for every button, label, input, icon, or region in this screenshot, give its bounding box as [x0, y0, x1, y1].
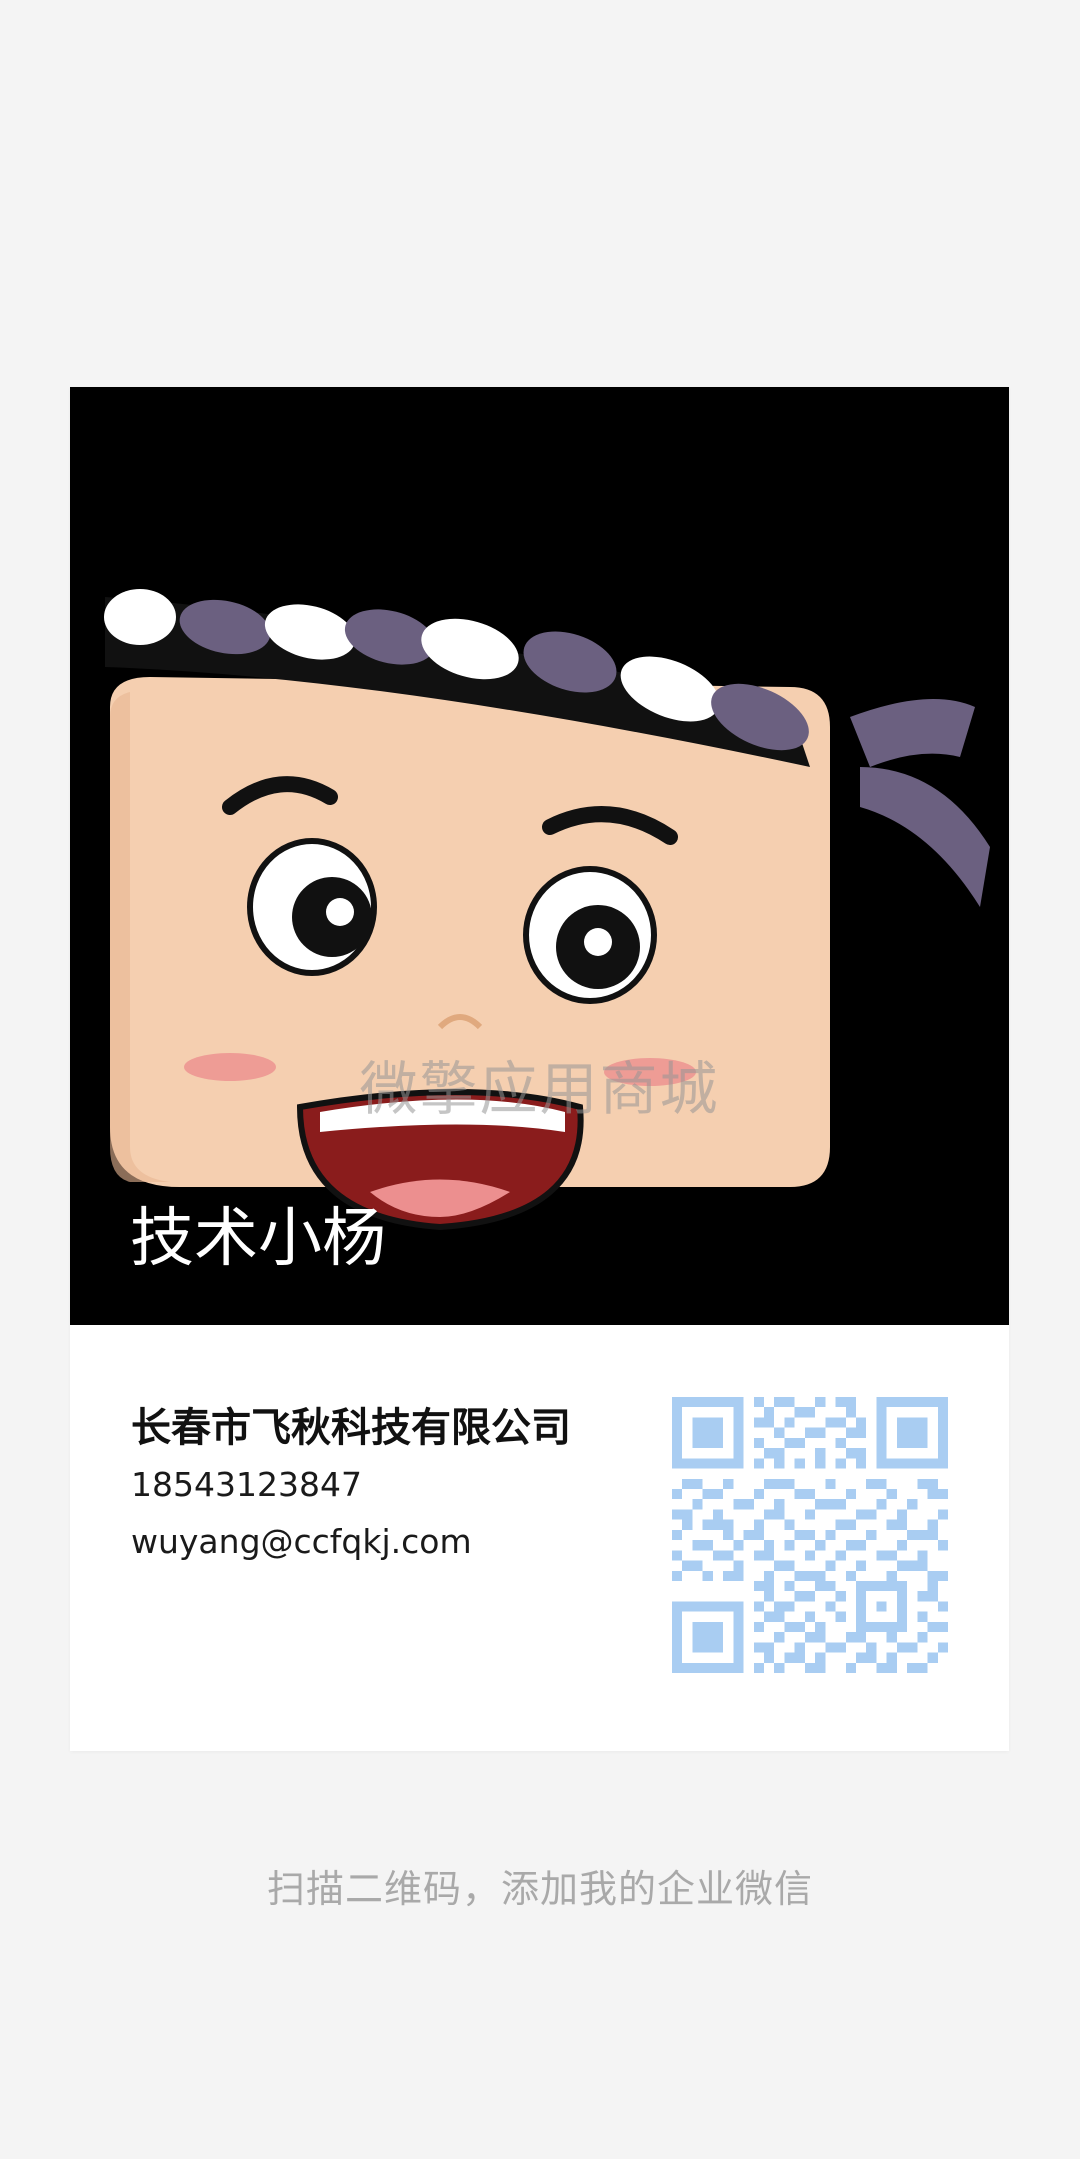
email-address[interactable]: wuyang@ccfqkj.com — [131, 1522, 472, 1561]
phone-number[interactable]: 18543123847 — [131, 1465, 362, 1504]
business-card: 微擎应用商城 技术小杨 长春市飞秋科技有限公司 18543123847 wuya… — [70, 387, 1009, 1751]
company-name: 长春市飞秋科技有限公司 — [131, 1405, 571, 1451]
cartoon-face-icon — [104, 589, 990, 1231]
scan-hint-text: 扫描二维码，添加我的企业微信 — [266, 1867, 813, 1911]
avatar-image: 微擎应用商城 技术小杨 — [70, 387, 1009, 1325]
qr-code-icon[interactable] — [672, 1397, 948, 1673]
watermark-text: 微擎应用商城 — [359, 1055, 720, 1123]
contact-info: 长春市飞秋科技有限公司 18543123847 wuyang@ccfqkj.co… — [70, 1325, 1009, 1751]
avatar-name: 技术小杨 — [130, 1202, 386, 1276]
